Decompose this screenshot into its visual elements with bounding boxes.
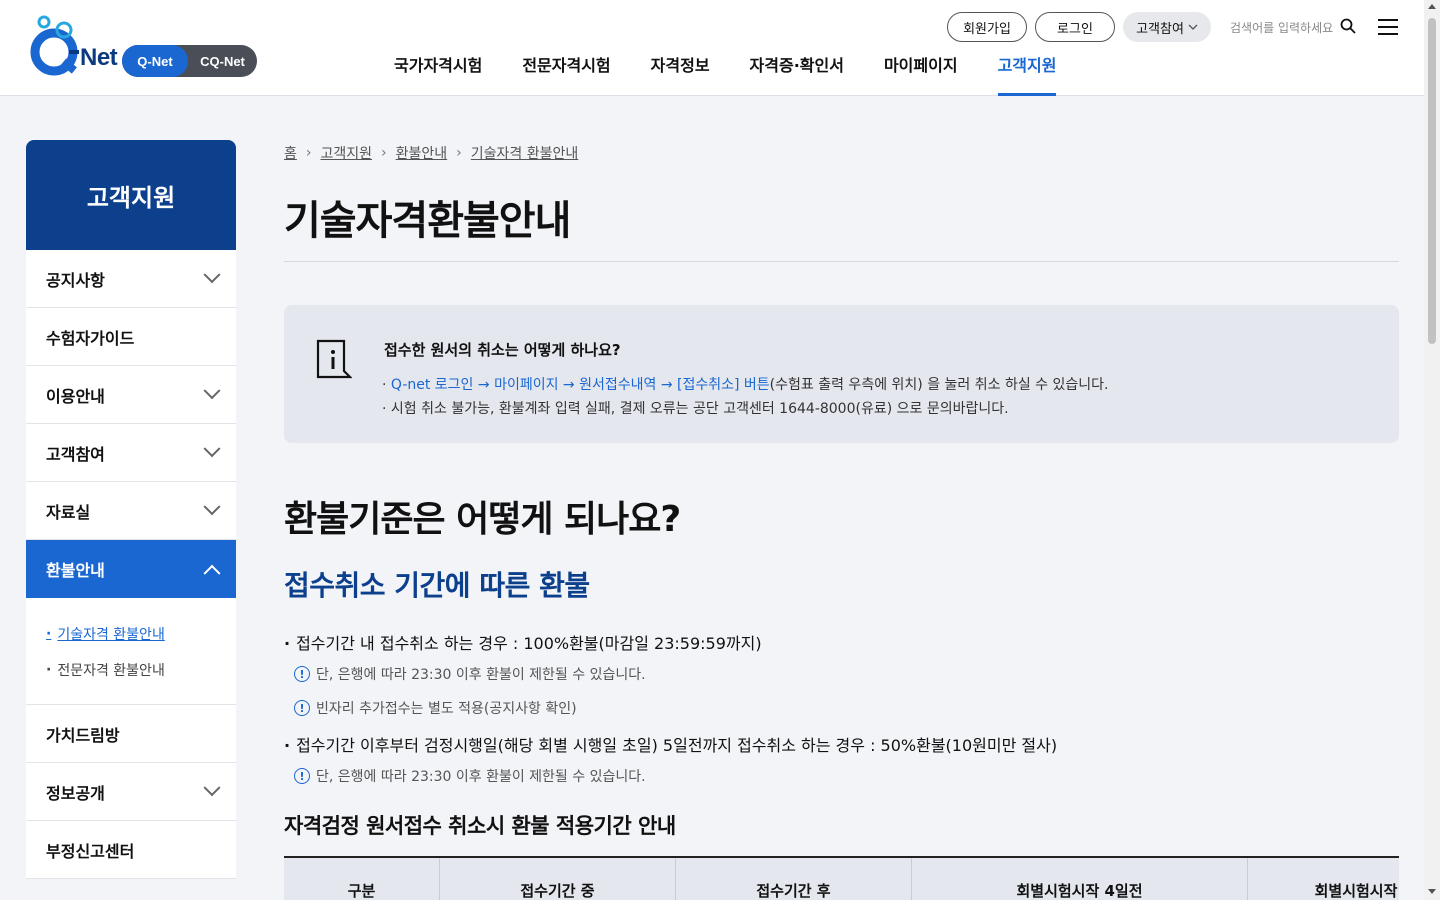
cancel-period-heading: 접수취소 기간에 따른 환불 — [284, 569, 590, 602]
sidebar-item-value-room[interactable]: 가치드림방 — [26, 705, 236, 763]
chevron-down-icon — [203, 265, 221, 283]
note-text: 빈자리 추가접수는 별도 적용(공지사항 확인) — [316, 701, 577, 717]
sidebar-item-usage[interactable]: 이용안내 — [26, 366, 236, 424]
sidebar-item-label: 부정신고센터 — [46, 841, 135, 861]
info-line-2-text: 시험 취소 불가능, 환불계좌 입력 실패, 결제 오류는 공단 고객센터 16… — [390, 401, 1009, 417]
chevron-up-icon — [203, 564, 221, 582]
sidebar-item-label: 가치드림방 — [46, 725, 120, 745]
sidebar-item-label: 수험자가이드 — [46, 328, 135, 348]
join-button[interactable]: 회원가입 — [947, 12, 1027, 42]
note-text: 단, 은행에 따라 23:30 이후 환불이 제한될 수 있습니다. — [316, 769, 646, 785]
refund-rule-2: 접수기간 이후부터 검정시행일(해당 회별 시행일 초일) 5일전까지 접수취소… — [284, 732, 1057, 756]
sidebar-item-label: 이용안내 — [46, 386, 105, 406]
logo-wordmark: Net — [80, 44, 118, 71]
submenu-tech-refund[interactable]: 기술자격 환불안내 — [46, 616, 236, 652]
breadcrumb-support[interactable]: 고객지원 — [321, 143, 373, 163]
info-line-1: · Q-net 로그인 → 마이페이지 → 원서접수내역 → [접수취소] 버튼… — [382, 377, 1109, 393]
table-header-category: 구분 — [284, 858, 440, 900]
note-2: ! 빈자리 추가접수는 별도 적용(공지사항 확인) — [294, 698, 577, 718]
customer-dropdown-label: 고객참여 — [1136, 21, 1184, 37]
scroll-thumb[interactable] — [1428, 18, 1436, 344]
sidebar-item-label: 자료실 — [46, 502, 91, 522]
table-header-during: 접수기간 중 — [440, 858, 676, 900]
gnb-certificate[interactable]: 자격증·확인서 — [750, 50, 844, 96]
sidebar-title: 고객지원 — [26, 140, 236, 250]
refund-rule-1: 접수기간 내 접수취소 하는 경우 : 100%환불(마감일 23:59:59까… — [284, 630, 761, 654]
sidebar-item-report-center[interactable]: 부정신고센터 — [26, 821, 236, 879]
chevron-down-icon — [203, 381, 221, 399]
page-scrollbar[interactable] — [1424, 0, 1440, 900]
breadcrumb-refund[interactable]: 환불안내 — [396, 143, 448, 163]
chevron-down-icon — [203, 778, 221, 796]
site-header: Net Q-Net CQ-Net 회원가입 로그인 고객참여 검색어를 입력하세… — [0, 0, 1424, 96]
gnb-qualification-info[interactable]: 자격정보 — [651, 50, 710, 96]
sidebar-item-archive[interactable]: 자료실 — [26, 482, 236, 540]
note-3: ! 단, 은행에 따라 23:30 이후 환불이 제한될 수 있습니다. — [294, 766, 646, 786]
switch-qnet-button[interactable]: Q-Net — [122, 45, 188, 77]
page-title: 기술자격환불안내 — [284, 198, 571, 244]
sidebar-item-participation[interactable]: 고객참여 — [26, 424, 236, 482]
chevron-down-icon — [203, 439, 221, 457]
sidebar-item-label: 공지사항 — [46, 270, 105, 290]
exclamation-icon: ! — [294, 700, 310, 716]
table-header-after: 접수기간 후 — [676, 858, 912, 900]
scroll-down-icon[interactable] — [1428, 889, 1436, 894]
cancel-path-link[interactable]: Q-net 로그인 → 마이페이지 → 원서접수내역 → [접수취소] 버튼 — [391, 377, 770, 393]
customer-dropdown[interactable]: 고객참여 — [1123, 12, 1211, 42]
sidebar-item-disclosure[interactable]: 정보공개 — [26, 763, 236, 821]
table-header-exam-start: 회별시험시작 — [1314, 881, 1398, 900]
exclamation-icon: ! — [294, 768, 310, 784]
sidebar-item-label: 고객참여 — [46, 444, 105, 464]
gnb-customer-support[interactable]: 고객지원 — [997, 50, 1056, 96]
table-header-4days: 회별시험시작 4일전 — [912, 858, 1248, 900]
note-1: ! 단, 은행에 따라 23:30 이후 환불이 제한될 수 있습니다. — [294, 664, 646, 684]
refund-period-table-heading: 자격검정 원서접수 취소시 환불 적용기간 안내 — [284, 814, 676, 838]
info-line-2: · 시험 취소 불가능, 환불계좌 입력 실패, 결제 오류는 공단 고객센터 … — [382, 401, 1009, 417]
gnb-professional-exam[interactable]: 전문자격시험 — [522, 50, 610, 96]
sidebar-item-refund[interactable]: 환불안내 — [26, 540, 236, 598]
refund-criteria-heading: 환불기준은 어떻게 되나요? — [284, 499, 681, 540]
note-text: 단, 은행에 따라 23:30 이후 환불이 제한될 수 있습니다. — [316, 667, 646, 683]
scroll-up-icon[interactable] — [1428, 4, 1436, 9]
sidebar-menu: 공지사항 수험자가이드 이용안내 고객참여 자료실 환불안내 기술자격 환불안내… — [26, 250, 236, 879]
sidebar-item-notice[interactable]: 공지사항 — [26, 250, 236, 308]
info-icon — [316, 339, 352, 379]
breadcrumb-home[interactable]: 홈 — [284, 143, 297, 163]
search-input[interactable]: 검색어를 입력하세요 — [1230, 19, 1333, 36]
info-line-1-text: (수험표 출력 우측에 위치) 을 눌러 취소 하실 수 있습니다. — [769, 377, 1109, 393]
submenu-pro-refund[interactable]: 전문자격 환불안내 — [46, 652, 236, 688]
site-switch: Q-Net CQ-Net — [122, 45, 257, 77]
chevron-down-icon — [1188, 24, 1198, 30]
switch-cqnet-button[interactable]: CQ-Net — [188, 45, 257, 77]
breadcrumb: 홈 › 고객지원 › 환불안내 › 기술자격 환불안내 — [284, 143, 579, 163]
login-button[interactable]: 로그인 — [1035, 12, 1115, 42]
sidebar-item-guide[interactable]: 수험자가이드 — [26, 308, 236, 366]
sidebar-item-label: 정보공개 — [46, 783, 105, 803]
info-title: 접수한 원서의 취소는 어떻게 하나요? — [384, 341, 621, 359]
sidebar-submenu: 기술자격 환불안내 전문자격 환불안내 — [26, 598, 236, 705]
refund-period-table: 구분 접수기간 중 접수기간 후 회별시험시작 4일전 회별시험시작 — [284, 856, 1399, 900]
chevron-down-icon — [203, 497, 221, 515]
sidebar-item-label: 환불안내 — [46, 561, 105, 580]
global-nav: 국가자격시험 전문자격시험 자격정보 자격증·확인서 마이페이지 고객지원 — [394, 50, 1096, 96]
title-divider — [284, 261, 1399, 262]
gnb-national-exam[interactable]: 국가자격시험 — [394, 50, 482, 96]
search-icon[interactable] — [1340, 18, 1356, 34]
breadcrumb-tech-refund[interactable]: 기술자격 환불안내 — [471, 143, 579, 163]
exclamation-icon: ! — [294, 666, 310, 682]
hamburger-menu-icon[interactable] — [1378, 19, 1398, 35]
gnb-mypage[interactable]: 마이페이지 — [884, 50, 958, 96]
